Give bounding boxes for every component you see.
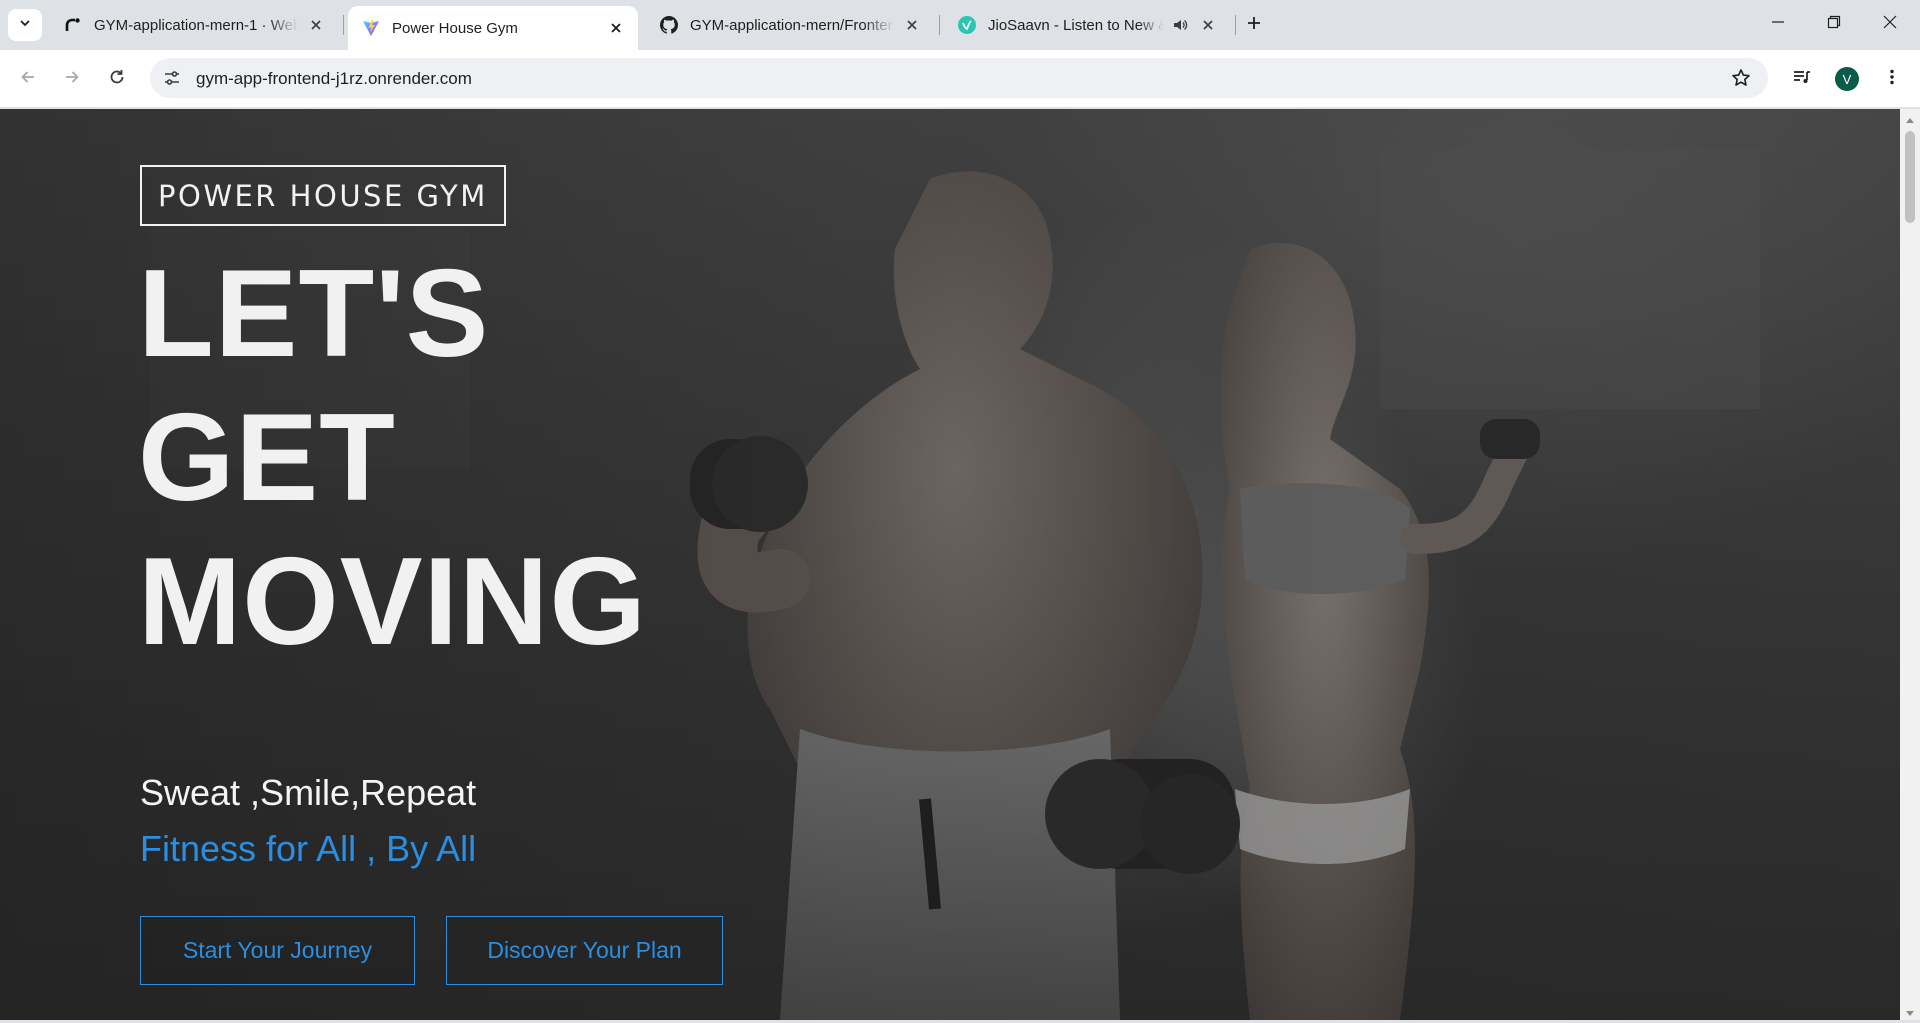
forward-button[interactable] (56, 63, 88, 95)
close-window-button[interactable] (1862, 0, 1918, 48)
hero-tagline: Sweat ,Smile,Repeat (140, 772, 477, 813)
start-journey-button[interactable]: Start Your Journey (140, 916, 415, 985)
jiosaavn-icon (958, 16, 976, 34)
hero-heading-line-3: MOVING (138, 533, 647, 671)
hero-heading-line-1: LET'S (138, 245, 490, 383)
new-tab-button[interactable] (1240, 11, 1268, 39)
speaker-icon[interactable] (1170, 15, 1190, 35)
arrow-left-icon (19, 68, 37, 91)
hero-heading-line-2: GET (138, 389, 396, 527)
close-icon[interactable] (306, 15, 326, 35)
close-icon[interactable] (606, 18, 626, 38)
tab-jiosaavn[interactable]: JioSaavn - Listen to New & Old (944, 7, 1230, 43)
tab-title: Power House Gym (392, 19, 518, 37)
tab-separator (939, 15, 940, 35)
tab-strip: GYM-application-mern-1 · Web Power House… (0, 0, 1920, 50)
minimize-icon (1771, 15, 1785, 34)
close-icon (1883, 15, 1897, 34)
back-button[interactable] (12, 63, 44, 95)
tab-title: GYM-application-mern/Frontend (690, 16, 894, 34)
profile-button[interactable]: V (1831, 63, 1863, 95)
queue-music-icon (1792, 67, 1812, 92)
restore-icon (1827, 15, 1841, 34)
hero-subtagline: Fitness for All , By All (140, 828, 477, 869)
chevron-down-icon (18, 16, 32, 35)
more-vert-icon (1883, 68, 1901, 91)
tab-title: JioSaavn - Listen to New & Old (988, 16, 1164, 34)
github-icon (660, 16, 678, 34)
address-bar[interactable]: gym-app-frontend-j1rz.onrender.com (150, 58, 1768, 98)
bookmark-star-icon[interactable] (1730, 67, 1752, 89)
tab-github[interactable]: GYM-application-mern/Frontend (646, 7, 934, 43)
media-controls-button[interactable] (1786, 63, 1818, 95)
reload-button[interactable] (101, 63, 133, 95)
scroll-up-icon[interactable] (1905, 113, 1915, 123)
tab-search-button[interactable] (8, 9, 42, 41)
plus-icon (1246, 15, 1262, 36)
tab-render[interactable]: GYM-application-mern-1 · Web (50, 7, 338, 43)
tab-separator (1235, 15, 1236, 35)
render-icon (64, 16, 82, 34)
scrollbar-thumb[interactable] (1905, 131, 1915, 223)
hero-section: POWER HOUSE GYM LET'S GET MOVING Sweat ,… (0, 109, 1900, 1020)
vite-icon (362, 19, 380, 37)
reload-icon (108, 68, 126, 91)
url-text[interactable]: gym-app-frontend-j1rz.onrender.com (196, 69, 472, 89)
minimize-button[interactable] (1750, 0, 1806, 48)
browser-toolbar: gym-app-frontend-j1rz.onrender.com V (0, 50, 1920, 108)
site-logo[interactable]: POWER HOUSE GYM (140, 165, 506, 226)
page-scrollbar[interactable] (1900, 109, 1920, 1020)
menu-button[interactable] (1876, 63, 1908, 95)
restore-button[interactable] (1806, 0, 1862, 48)
close-icon[interactable] (902, 15, 922, 35)
discover-plan-button[interactable]: Discover Your Plan (446, 916, 723, 985)
scroll-down-icon[interactable] (1905, 1005, 1915, 1016)
arrow-right-icon (63, 68, 81, 91)
tab-power-house-gym[interactable]: Power House Gym (348, 6, 638, 50)
avatar: V (1835, 67, 1859, 91)
close-icon[interactable] (1198, 15, 1218, 35)
tab-title: GYM-application-mern-1 · Web (94, 16, 298, 34)
site-settings-icon[interactable] (162, 68, 182, 88)
tab-separator (343, 15, 344, 35)
